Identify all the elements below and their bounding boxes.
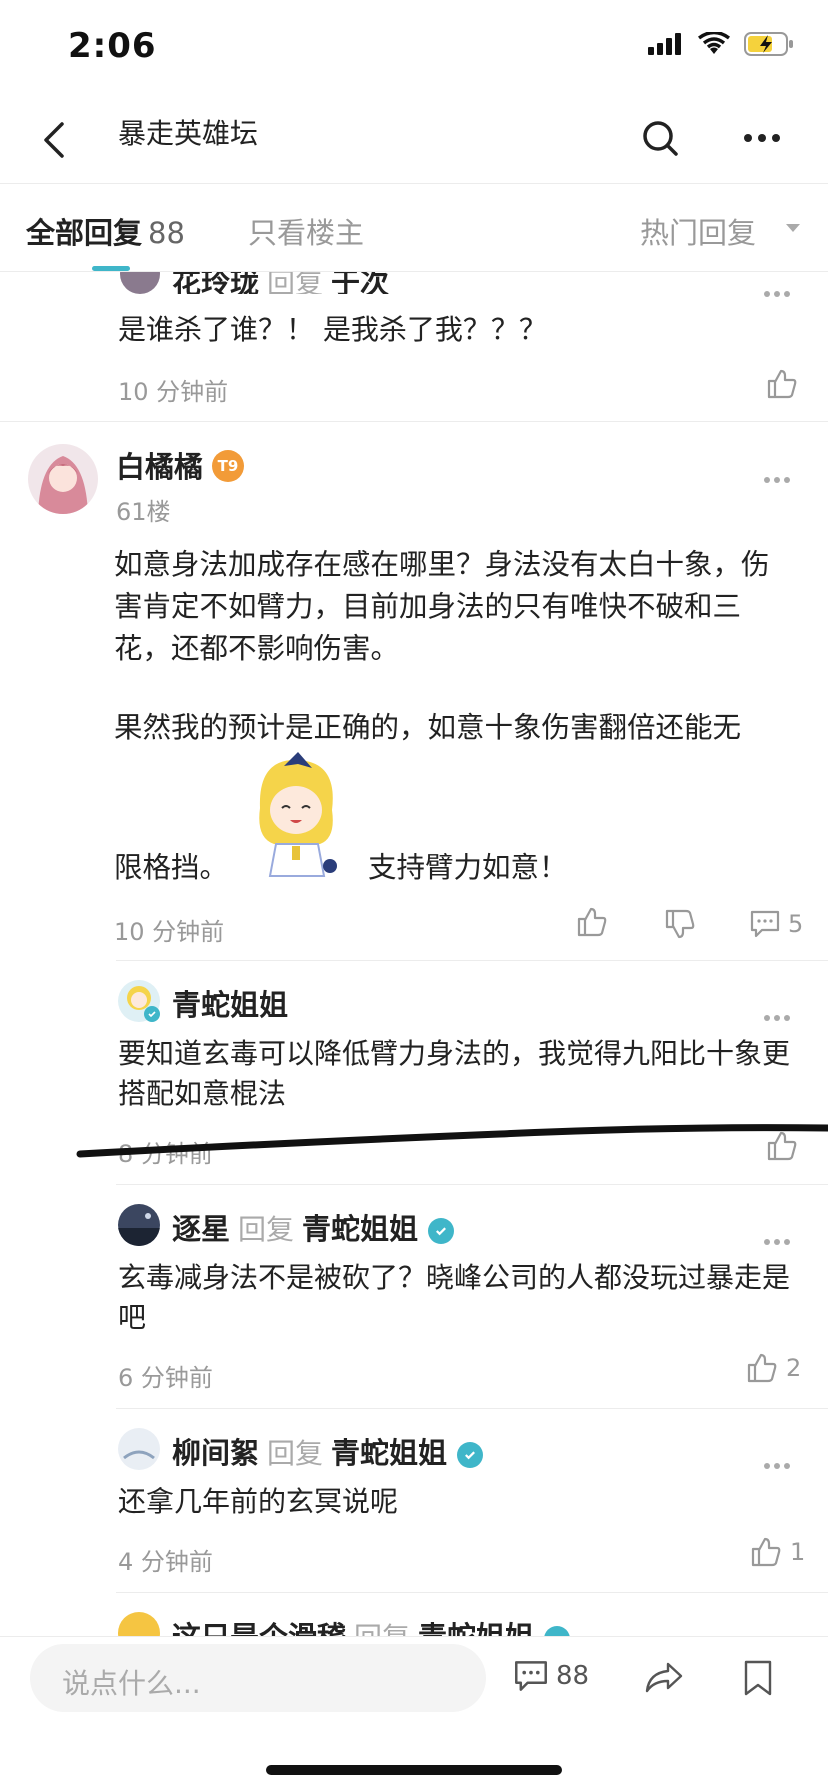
reply-more-icon[interactable] (764, 1454, 794, 1469)
divider (0, 421, 828, 422)
reply-word: 回复 (267, 1437, 324, 1470)
reply-text: 是谁杀了谁？！ 是我杀了我？？？ (118, 313, 547, 346)
avatar[interactable] (118, 1428, 160, 1470)
thumbs-up-icon[interactable] (766, 368, 798, 400)
post-username[interactable]: 白橘橘 (116, 444, 203, 486)
total-comment-count: 88 (556, 1661, 590, 1691)
reply-username[interactable]: 这只是个滑稽 (172, 1620, 346, 1636)
more-icon[interactable] (742, 126, 782, 150)
back-icon[interactable] (34, 120, 74, 160)
divider (116, 1184, 828, 1185)
reply-more-icon[interactable] (764, 1230, 794, 1245)
status-icons (648, 32, 794, 56)
verified-icon (144, 1006, 160, 1022)
reply-text: 还拿几年前的玄冥说呢 (118, 1485, 399, 1518)
reply-more-icon[interactable] (764, 282, 794, 297)
verified-icon (428, 1218, 455, 1244)
status-time: 2:06 (68, 26, 157, 66)
thumbs-up-icon[interactable] (576, 906, 608, 938)
reply-time: 6 分钟前 (118, 1364, 213, 1392)
reply-target[interactable]: 青蛇姐姐 (331, 1436, 447, 1470)
post-paragraph-2c: 支持臂力如意！ (368, 851, 568, 884)
share-icon[interactable] (644, 1660, 684, 1694)
reply-time: 4 分钟前 (118, 1548, 213, 1576)
signal-icon (648, 33, 681, 55)
tab-op-only[interactable]: 只看楼主 (248, 210, 364, 252)
bookmark-icon[interactable] (742, 1660, 774, 1696)
avatar[interactable] (118, 1204, 160, 1246)
hand-drawn-strikethrough (76, 1124, 828, 1158)
emoji-sticker (259, 752, 337, 877)
tab-all-label: 全部回复 (26, 216, 143, 250)
tab-all-count: 88 (148, 216, 185, 250)
reply-header: 逐星 回复 青蛇姐姐 (172, 1206, 455, 1248)
divider (116, 960, 828, 961)
post-time: 10 分钟前 (114, 918, 225, 946)
reply-username[interactable]: 逐星 (172, 1212, 230, 1246)
level-badge: T9 (212, 450, 244, 482)
chevron-down-icon[interactable] (786, 224, 800, 232)
reply-word: 回复 (354, 1621, 410, 1636)
clipped-reply-header: 这只是个滑稽回复青蛇姐姐 (0, 1612, 828, 1636)
reply-target[interactable]: 青蛇姐姐 (302, 1212, 418, 1246)
like-button[interactable]: 2 (746, 1352, 801, 1384)
comment-icon (750, 910, 780, 938)
reply-text: 玄毒减身法不是被砍了？晓峰公司的人都没玩过暴走是吧 (118, 1261, 791, 1334)
reply-more-icon[interactable] (764, 1006, 794, 1021)
like-count: 2 (786, 1354, 802, 1382)
avatar[interactable] (120, 272, 160, 294)
reply-username[interactable]: 花玲珑 (172, 272, 259, 294)
post-floor: 61楼 (116, 498, 171, 526)
divider (116, 1592, 828, 1593)
comment-count: 5 (788, 910, 804, 938)
tab-all-replies[interactable]: 全部回复 88 (26, 210, 185, 252)
clipped-reply-header: 花玲珑 回复 于次 (0, 272, 828, 294)
battery-charging-icon (744, 32, 793, 56)
page-title: 暴走英雄坛 (118, 117, 259, 150)
comment-button[interactable]: 5 (750, 910, 803, 938)
avatar[interactable] (118, 1612, 160, 1636)
post-more-icon[interactable] (764, 468, 794, 483)
reply-target[interactable]: 青蛇姐姐 (418, 1620, 534, 1636)
reply-username[interactable]: 青蛇姐姐 (172, 982, 288, 1024)
avatar[interactable] (28, 444, 98, 514)
wifi-icon (698, 32, 730, 54)
thumbs-up-icon (747, 1353, 777, 1383)
reply-header: 柳间絮 回复 青蛇姐姐 (172, 1430, 484, 1472)
comment-input-placeholder: 说点什么... (62, 1667, 201, 1700)
reply-username[interactable]: 柳间絮 (172, 1436, 259, 1470)
verified-icon (544, 1626, 571, 1636)
like-button[interactable]: 1 (750, 1536, 805, 1568)
divider (116, 1408, 828, 1409)
comment-icon (515, 1661, 547, 1691)
post-paragraph-2a: 果然我的预计是正确的，如意十象伤害翻倍还能无 (114, 711, 742, 744)
reply-word: 回复 (238, 1213, 295, 1246)
sort-dropdown[interactable]: 热门回复 (640, 210, 756, 252)
post-paragraph-1: 如意身法加成存在感在哪里？身法没有太白十象，伤害肯定不如臂力，目前加身法的只有唯… (114, 548, 770, 665)
reply-word: 回复 (267, 272, 324, 294)
post-paragraph-2b: 限格挡。 (114, 851, 229, 884)
like-count: 1 (790, 1538, 806, 1566)
home-indicator (266, 1765, 562, 1775)
search-icon[interactable] (640, 118, 680, 158)
reply-time: 10 分钟前 (118, 378, 229, 406)
comments-button[interactable]: 88 (514, 1660, 589, 1692)
reply-text: 要知道玄毒可以降低臂力身法的，我觉得九阳比十象更搭配如意棍法 (118, 1037, 791, 1110)
verified-icon (457, 1442, 484, 1468)
thumbs-down-icon[interactable] (664, 908, 696, 940)
thumbs-up-icon (751, 1537, 781, 1567)
reply-target[interactable]: 于次 (331, 272, 389, 294)
